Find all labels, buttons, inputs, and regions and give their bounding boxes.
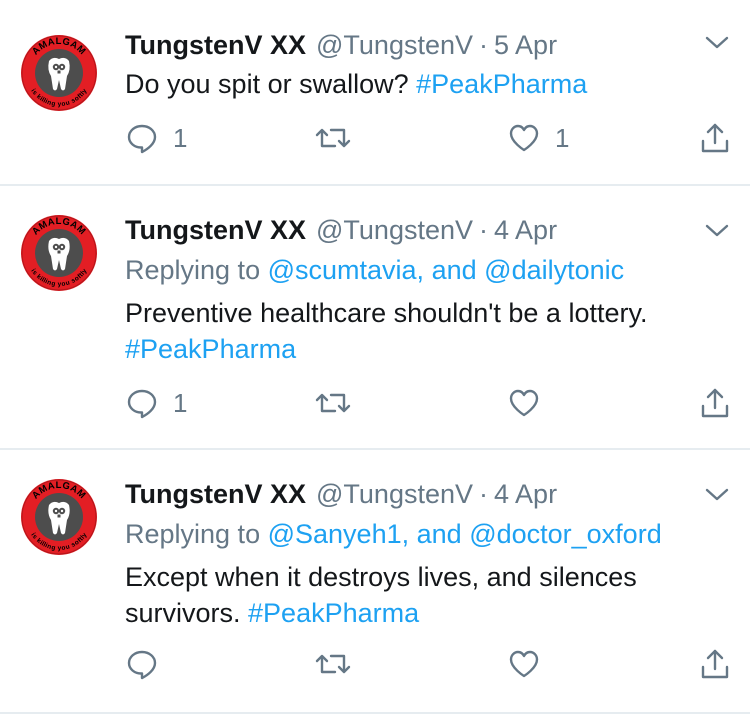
share-button[interactable] [698, 121, 732, 155]
display-name[interactable]: TungstenV XX [125, 479, 306, 509]
separator-dot: · [479, 479, 489, 509]
hashtag-link[interactable]: #PeakPharma [248, 598, 419, 628]
share-button[interactable] [698, 647, 732, 681]
mention-link[interactable]: @dailytonic [484, 255, 624, 285]
tweet-text-line: survivors. [125, 598, 241, 628]
like-button[interactable]: 1 [507, 121, 569, 155]
reply-count: 1 [173, 122, 188, 153]
reply-icon [127, 389, 157, 419]
replying-prefix: Replying to [125, 255, 261, 285]
like-icon [509, 389, 539, 417]
display-name[interactable]: TungstenV XX [125, 30, 306, 60]
retweet-button[interactable] [313, 386, 353, 420]
user-handle[interactable]: @TungstenV [316, 479, 473, 509]
separator-dot: · [479, 30, 489, 60]
user-handle[interactable]: @TungstenV [316, 30, 473, 60]
chevron-down-icon[interactable] [703, 222, 731, 240]
tweet[interactable]: AMALGAM is killing you softly TungstenV … [0, 0, 750, 184]
retweet-icon [315, 128, 351, 148]
like-icon [509, 124, 539, 152]
reply-count: 1 [173, 387, 188, 418]
share-icon [701, 123, 729, 153]
retweet-button[interactable] [313, 647, 353, 681]
like-icon [509, 650, 539, 678]
retweet-icon [315, 654, 351, 674]
mention-joiner: and [431, 255, 477, 285]
reply-icon [127, 124, 157, 154]
share-icon [701, 388, 729, 418]
replying-to: Replying to @Sanyeh1, and @doctor_oxford [125, 517, 662, 551]
avatar[interactable]: AMALGAM is killing you softly [20, 34, 98, 112]
reply-button[interactable]: 1 [125, 121, 187, 155]
tweet[interactable]: AMALGAM is killing you softly TungstenV … [0, 450, 750, 712]
like-button[interactable] [507, 647, 541, 681]
tweet-header: TungstenV XX @TungstenV · 4 Apr [125, 477, 557, 511]
tweet-text-content: Preventive healthcare shouldn't be a lot… [125, 298, 648, 328]
separator-dot: · [479, 215, 489, 245]
retweet-icon [315, 393, 351, 413]
divider [0, 712, 750, 714]
chevron-down-icon[interactable] [703, 34, 731, 52]
display-name[interactable]: TungstenV XX [125, 215, 306, 245]
share-button[interactable] [698, 386, 732, 420]
tweet-date[interactable]: 4 Apr [494, 479, 557, 509]
mention-joiner: and [416, 519, 462, 549]
tweet-date[interactable]: 5 Apr [494, 30, 557, 60]
replying-to: Replying to @scumtavia, and @dailytonic [125, 253, 624, 287]
hashtag-link[interactable]: #PeakPharma [416, 69, 587, 99]
tweet-header: TungstenV XX @TungstenV · 5 Apr [125, 28, 557, 62]
tweet-date[interactable]: 4 Apr [494, 215, 557, 245]
share-icon [701, 649, 729, 679]
user-handle[interactable]: @TungstenV [316, 215, 473, 245]
tweet-text: Preventive healthcare shouldn't be a lot… [125, 295, 725, 367]
reply-icon [127, 650, 157, 680]
chevron-down-icon[interactable] [703, 486, 731, 504]
like-count: 1 [555, 122, 570, 153]
tweet-text-content: Do you spit or swallow? [125, 69, 409, 99]
avatar[interactable]: AMALGAM is killing you softly [20, 214, 98, 292]
tweet[interactable]: AMALGAM is killing you softly TungstenV … [0, 186, 750, 448]
tweet-text: Except when it destroys lives, and silen… [125, 559, 725, 631]
reply-button[interactable] [125, 647, 159, 681]
tweet-text: Do you spit or swallow? #PeakPharma [125, 66, 725, 102]
replying-prefix: Replying to [125, 519, 261, 549]
mention-link[interactable]: @doctor_oxford [469, 519, 662, 549]
reply-button[interactable]: 1 [125, 386, 187, 420]
tweet-header: TungstenV XX @TungstenV · 4 Apr [125, 213, 557, 247]
retweet-button[interactable] [313, 121, 353, 155]
hashtag-link[interactable]: #PeakPharma [125, 331, 725, 367]
tweet-text-line: Except when it destroys lives, and silen… [125, 562, 637, 592]
mention-link[interactable]: @scumtavia, [268, 255, 424, 285]
like-button[interactable] [507, 386, 541, 420]
avatar[interactable]: AMALGAM is killing you softly [20, 478, 98, 556]
mention-link[interactable]: @Sanyeh1, [268, 519, 410, 549]
